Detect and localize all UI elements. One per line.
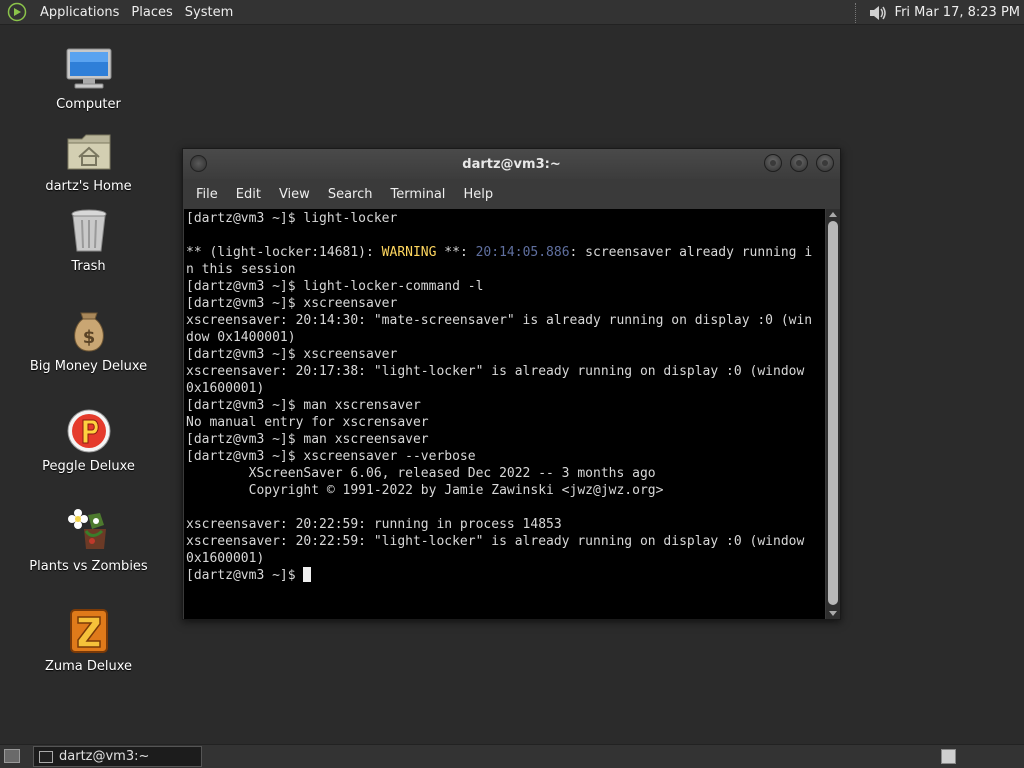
terminal-line: [dartz@vm3 ~]$ man xscrensaver bbox=[186, 398, 421, 413]
trash-icon bbox=[65, 207, 113, 255]
terminal-scrollbar[interactable] bbox=[826, 209, 840, 619]
terminal-warning-line: ** (light-locker:14681): WARNING **: 20:… bbox=[186, 244, 825, 261]
scroll-up-arrow-icon[interactable] bbox=[829, 212, 837, 217]
terminal-line: 0x1600001) bbox=[186, 381, 265, 396]
maximize-icon[interactable] bbox=[790, 154, 808, 172]
home-folder-icon bbox=[65, 127, 113, 175]
terminal-cursor bbox=[303, 567, 312, 582]
terminal-line: Copyright © 1991-2022 by Jamie Zawinski … bbox=[186, 483, 664, 498]
warning-timestamp: 20:14:05.886 bbox=[475, 245, 570, 260]
terminal-output[interactable]: [dartz@vm3 ~]$ light-locker ** (light-lo… bbox=[184, 209, 825, 619]
top-panel-tray: Fri Mar 17, 8:23 PM bbox=[854, 0, 1020, 25]
volume-icon[interactable] bbox=[867, 3, 889, 23]
menu-file[interactable]: File bbox=[187, 187, 227, 202]
warning-mid: **: bbox=[436, 245, 476, 260]
plants-vs-zombies-icon bbox=[65, 507, 113, 555]
terminal-line: n this session bbox=[186, 262, 296, 277]
window-menubar: File Edit View Search Terminal Help bbox=[183, 179, 840, 209]
desktop-icon-label: Zuma Deluxe bbox=[44, 659, 133, 674]
system-menu[interactable]: System bbox=[179, 5, 239, 20]
desktop-icon-label: dartz's Home bbox=[45, 179, 132, 194]
taskbar-button-label: dartz@vm3:~ bbox=[59, 749, 150, 764]
terminal-line: No manual entry for xscrensaver bbox=[186, 415, 429, 430]
terminal-line: dow 0x1400001) bbox=[186, 330, 296, 345]
desktop-icon-peggle[interactable]: Peggle Deluxe bbox=[22, 407, 155, 474]
desktop-icon-label: Big Money Deluxe bbox=[29, 359, 148, 374]
places-menu[interactable]: Places bbox=[125, 5, 178, 20]
menu-search[interactable]: Search bbox=[319, 187, 382, 202]
terminal-line: XScreenSaver 6.06, released Dec 2022 -- … bbox=[186, 466, 656, 481]
desktop-icon-home[interactable]: dartz's Home bbox=[22, 127, 155, 194]
window-title: dartz@vm3:~ bbox=[462, 156, 561, 172]
menu-view[interactable]: View bbox=[270, 187, 319, 202]
terminal-line: xscreensaver: 20:17:38: "light-locker" i… bbox=[186, 364, 805, 379]
menu-terminal[interactable]: Terminal bbox=[381, 187, 454, 202]
scrollbar-thumb[interactable] bbox=[828, 221, 838, 605]
show-desktop-icon[interactable] bbox=[4, 749, 20, 763]
close-icon[interactable] bbox=[816, 154, 834, 172]
terminal-icon bbox=[39, 750, 53, 763]
peggle-icon bbox=[65, 407, 113, 455]
desktop-icon-label: Plants vs Zombies bbox=[29, 559, 148, 574]
terminal-line: [dartz@vm3 ~]$ light-locker bbox=[186, 211, 398, 226]
taskbar-button-terminal[interactable]: dartz@vm3:~ bbox=[33, 746, 202, 767]
minimize-icon[interactable] bbox=[764, 154, 782, 172]
desktop-icon-big-money[interactable]: $ Big Money Deluxe bbox=[22, 307, 155, 374]
desktop-icon-zuma[interactable]: Zuma Deluxe bbox=[22, 607, 155, 674]
terminal-prompt-line: [dartz@vm3 ~]$ bbox=[186, 567, 825, 584]
terminal-line: 0x1600001) bbox=[186, 551, 265, 566]
terminal-line: xscreensaver: 20:22:59: "light-locker" i… bbox=[186, 534, 805, 549]
terminal-prompt: [dartz@vm3 ~]$ bbox=[186, 568, 304, 583]
desktop-icon-label: Peggle Deluxe bbox=[42, 459, 135, 474]
menu-edit[interactable]: Edit bbox=[227, 187, 270, 202]
desktop-icon-label: Trash bbox=[71, 259, 106, 274]
money-bag-icon: $ bbox=[65, 307, 113, 355]
terminal-line: [dartz@vm3 ~]$ light-locker-command -l bbox=[186, 279, 484, 294]
computer-icon bbox=[65, 45, 113, 93]
workspace-switcher[interactable] bbox=[941, 749, 956, 764]
desktop-icon-computer[interactable]: Computer bbox=[22, 45, 155, 112]
top-panel: Applications Places System Fri Mar 17, 8… bbox=[0, 0, 1024, 25]
desktop-icon-plants-vs-zombies[interactable]: Plants vs Zombies bbox=[22, 507, 155, 574]
warning-keyword: WARNING bbox=[381, 245, 437, 260]
svg-text:$: $ bbox=[82, 327, 95, 348]
terminal-line: xscreensaver: 20:14:30: "mate-screensave… bbox=[186, 313, 813, 328]
terminal-line: [dartz@vm3 ~]$ xscreensaver bbox=[186, 296, 398, 311]
bottom-panel: dartz@vm3:~ bbox=[0, 744, 1024, 768]
zuma-icon bbox=[65, 607, 113, 655]
desktop-icon-trash[interactable]: Trash bbox=[22, 207, 155, 274]
terminal-line: [dartz@vm3 ~]$ xscreensaver bbox=[186, 347, 398, 362]
panel-separator bbox=[854, 2, 857, 23]
warning-prefix: ** (light-locker:14681): bbox=[186, 245, 382, 260]
terminal-window[interactable]: dartz@vm3:~ File Edit View Search Termin… bbox=[182, 148, 841, 620]
clock[interactable]: Fri Mar 17, 8:23 PM bbox=[895, 5, 1020, 20]
applications-menu[interactable]: Applications bbox=[34, 5, 125, 20]
scroll-down-arrow-icon[interactable] bbox=[829, 611, 837, 616]
distro-logo-icon[interactable] bbox=[6, 1, 28, 23]
terminal-line: [dartz@vm3 ~]$ man xscreensaver bbox=[186, 432, 429, 447]
desktop-icon-label: Computer bbox=[56, 97, 121, 112]
warning-suffix: : screensaver already running i bbox=[569, 245, 813, 260]
terminal-line: xscreensaver: 20:22:59: running in proce… bbox=[186, 517, 562, 532]
window-menu-icon[interactable] bbox=[190, 155, 207, 172]
terminal-line: [dartz@vm3 ~]$ xscreensaver --verbose bbox=[186, 449, 476, 464]
menu-help[interactable]: Help bbox=[454, 187, 502, 202]
window-titlebar[interactable]: dartz@vm3:~ bbox=[183, 149, 840, 179]
